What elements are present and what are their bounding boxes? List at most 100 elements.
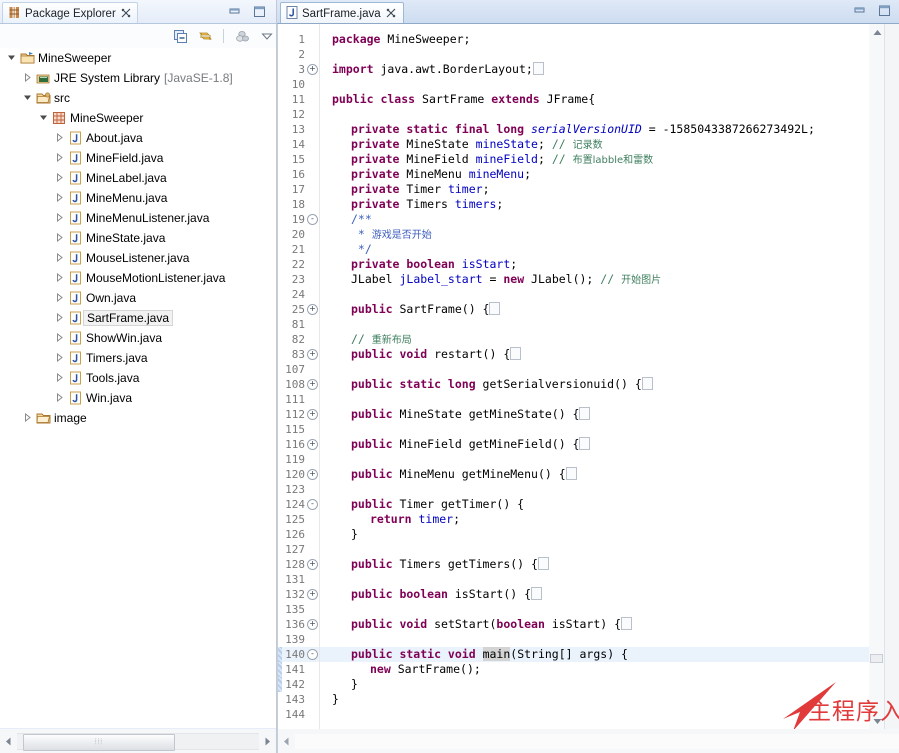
code-line[interactable]: public MineField getMineField() { <box>320 437 899 452</box>
collapsed-region-icon[interactable] <box>565 467 577 480</box>
twisty-collapsed-icon[interactable] <box>52 312 66 324</box>
collapsed-region-icon[interactable] <box>510 347 522 360</box>
code-line[interactable]: private Timer timer; <box>320 182 899 197</box>
fold-expand-icon[interactable]: + <box>307 438 318 450</box>
tree-item-minemenulistener-java[interactable]: MineMenuListener.java <box>0 208 276 228</box>
collapsed-region-icon[interactable] <box>641 377 653 390</box>
package-explorer-hscrollbar[interactable]: ⦙⦙⦙ <box>0 729 277 753</box>
code-line[interactable] <box>320 47 899 62</box>
fold-collapse-icon[interactable]: - <box>307 213 318 225</box>
code-line[interactable] <box>320 572 899 587</box>
code-line[interactable]: * 游戏是否开始 <box>320 227 899 242</box>
fold-expand-icon[interactable]: + <box>307 408 318 420</box>
tree-item-mouselistener-java[interactable]: MouseListener.java <box>0 248 276 268</box>
close-icon[interactable] <box>386 8 396 20</box>
link-with-editor-button[interactable] <box>196 28 214 45</box>
tab-package-explorer[interactable]: Package Explorer <box>2 2 138 24</box>
twisty-collapsed-icon[interactable] <box>20 72 34 84</box>
collapsed-region-icon[interactable] <box>489 302 501 315</box>
fold-collapse-icon[interactable]: - <box>307 648 318 660</box>
code-line[interactable]: public MineMenu getMineMenu() { <box>320 467 899 482</box>
tree-item-minesweeper[interactable]: MineSweeper <box>0 108 276 128</box>
twisty-collapsed-icon[interactable] <box>52 232 66 244</box>
twisty-collapsed-icon[interactable] <box>52 392 66 404</box>
tab-sartframe-java[interactable]: SartFrame.java <box>280 2 404 24</box>
collapsed-region-icon[interactable] <box>532 62 544 75</box>
fold-expand-icon[interactable]: + <box>307 558 318 570</box>
twisty-collapsed-icon[interactable] <box>52 252 66 264</box>
collapsed-region-icon[interactable] <box>579 437 591 450</box>
code-line[interactable]: private MineMenu mineMenu; <box>320 167 899 182</box>
code-line[interactable]: public MineState getMineState() { <box>320 407 899 422</box>
close-icon[interactable] <box>121 8 131 20</box>
code-line[interactable] <box>320 602 899 617</box>
fold-expand-icon[interactable]: + <box>307 618 318 630</box>
code-line[interactable]: // 重新布局 <box>320 332 899 347</box>
twisty-expanded-icon[interactable] <box>20 93 34 104</box>
code-line[interactable]: new SartFrame(); <box>320 662 899 677</box>
code-line[interactable]: public SartFrame() { <box>320 302 899 317</box>
twisty-expanded-icon[interactable] <box>36 113 50 124</box>
twisty-collapsed-icon[interactable] <box>52 152 66 164</box>
code-line[interactable]: private Timers timers; <box>320 197 899 212</box>
tree-item-jre-system-library[interactable]: JRE System Library [JavaSE-1.8] <box>0 68 276 88</box>
collapsed-region-icon[interactable] <box>531 587 543 600</box>
code-line[interactable]: import java.awt.BorderLayout; <box>320 62 899 77</box>
tree-item-minelabel-java[interactable]: MineLabel.java <box>0 168 276 188</box>
tree-item-timers-java[interactable]: Timers.java <box>0 348 276 368</box>
tree-item-own-java[interactable]: Own.java <box>0 288 276 308</box>
tree-item-tools-java[interactable]: Tools.java <box>0 368 276 388</box>
code-line[interactable]: return timer; <box>320 512 899 527</box>
code-line[interactable]: /** <box>320 212 899 227</box>
tree-item-src[interactable]: src <box>0 88 276 108</box>
minimize-icon[interactable] <box>229 5 242 23</box>
code-line[interactable]: public boolean isStart() { <box>320 587 899 602</box>
hscroll-left-arrow[interactable] <box>0 733 17 749</box>
tree-item-mousemotionlistener-java[interactable]: MouseMotionListener.java <box>0 268 276 288</box>
code-line[interactable]: public void setStart(boolean isStart) { <box>320 617 899 632</box>
editor-overview-ruler[interactable] <box>884 24 899 729</box>
code-line[interactable] <box>320 392 899 407</box>
twisty-collapsed-icon[interactable] <box>52 332 66 344</box>
tree-item-image[interactable]: image <box>0 408 276 428</box>
focus-on-active-task-button[interactable] <box>233 28 251 45</box>
code-line[interactable]: */ <box>320 242 899 257</box>
twisty-collapsed-icon[interactable] <box>52 292 66 304</box>
code-line[interactable]: public void restart() { <box>320 347 899 362</box>
code-line[interactable] <box>320 362 899 377</box>
code-line[interactable]: public Timer getTimer() { <box>320 497 899 512</box>
tree-item-minestate-java[interactable]: MineState.java <box>0 228 276 248</box>
editor-vscrollbar[interactable] <box>869 24 885 729</box>
code-line[interactable]: package MineSweeper; <box>320 32 899 47</box>
code-line[interactable] <box>320 452 899 467</box>
twisty-expanded-icon[interactable] <box>4 53 18 64</box>
view-menu-button[interactable] <box>258 28 276 45</box>
code-line[interactable]: private boolean isStart; <box>320 257 899 272</box>
twisty-collapsed-icon[interactable] <box>52 172 66 184</box>
package-explorer-tree[interactable]: MineSweeper JRE System Library [JavaSE-1.8… <box>0 48 277 728</box>
code-line[interactable]: public class SartFrame extends JFrame{ <box>320 92 899 107</box>
code-line[interactable]: private MineField mineField; // 布置labble… <box>320 152 899 167</box>
code-line[interactable]: public static long getSerialversionuid()… <box>320 377 899 392</box>
fold-expand-icon[interactable]: + <box>307 348 318 360</box>
collapsed-region-icon[interactable] <box>579 407 591 420</box>
twisty-collapsed-icon[interactable] <box>52 372 66 384</box>
code-line[interactable] <box>320 482 899 497</box>
editor-hscroll-track[interactable] <box>295 733 899 749</box>
minimize-icon[interactable] <box>854 4 867 22</box>
editor-hscroll-left-arrow[interactable] <box>278 733 295 749</box>
collapsed-region-icon[interactable] <box>537 557 549 570</box>
vscroll-thumb[interactable] <box>870 654 883 663</box>
tree-item-minesweeper[interactable]: MineSweeper <box>0 48 276 68</box>
maximize-icon[interactable] <box>878 4 891 22</box>
code-line[interactable] <box>320 632 899 647</box>
code-line[interactable]: public Timers getTimers() { <box>320 557 899 572</box>
hscroll-track[interactable]: ⦙⦙⦙ <box>17 732 259 751</box>
tree-item-about-java[interactable]: About.java <box>0 128 276 148</box>
code-line[interactable]: } <box>320 527 899 542</box>
maximize-icon[interactable] <box>253 5 266 23</box>
code-line[interactable] <box>320 287 899 302</box>
editor-code-area[interactable]: package MineSweeper; import java.awt.Bord… <box>320 24 899 729</box>
code-line[interactable] <box>320 542 899 557</box>
collapsed-region-icon[interactable] <box>621 617 633 630</box>
